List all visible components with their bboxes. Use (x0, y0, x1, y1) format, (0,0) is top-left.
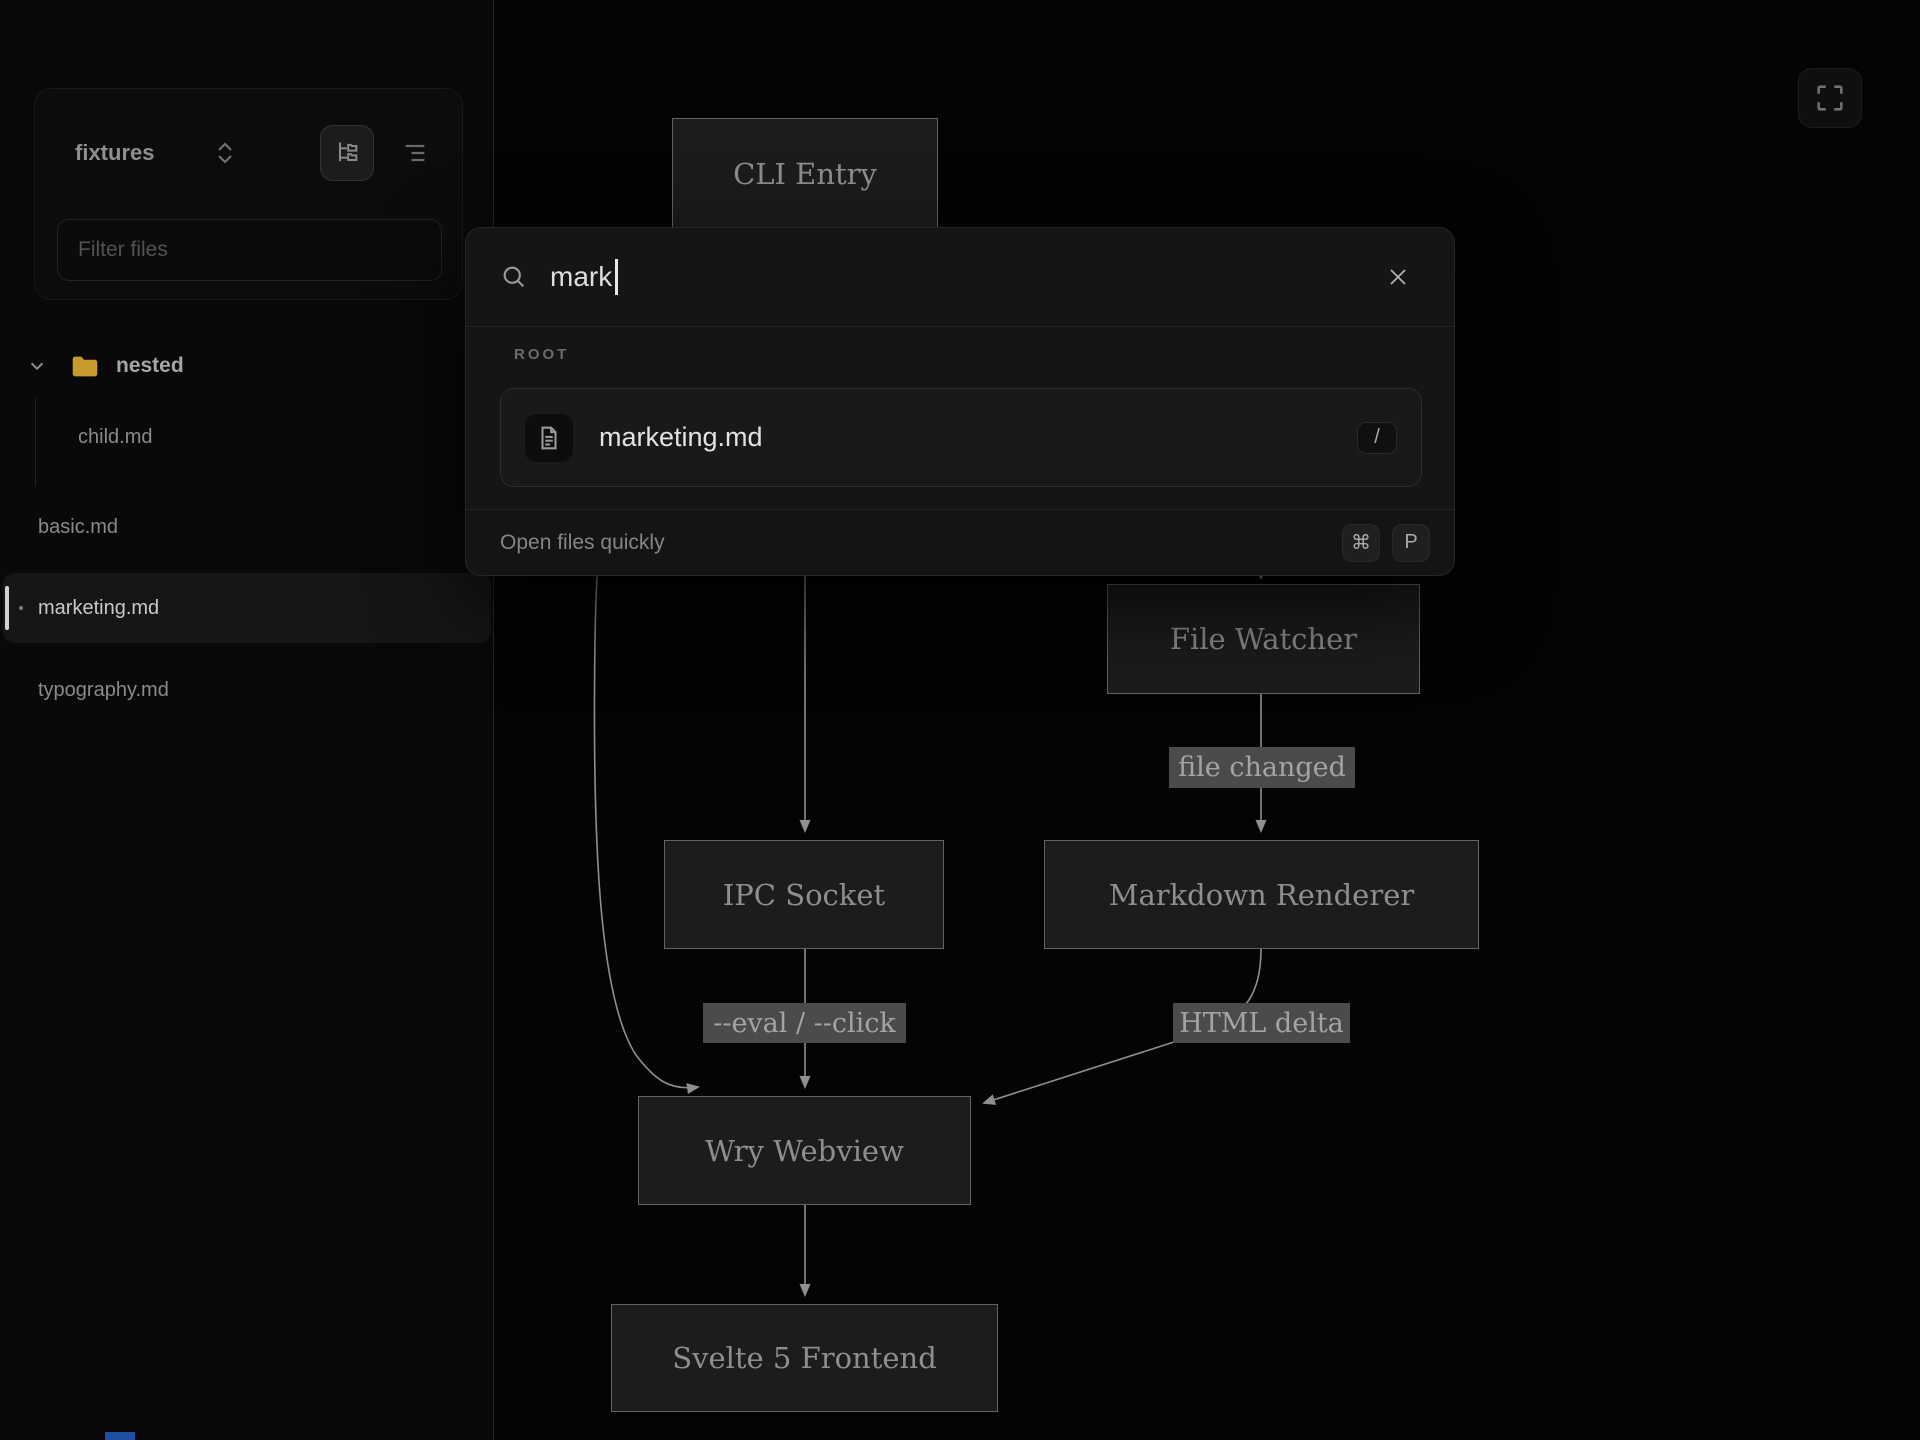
filter-files-input[interactable] (57, 219, 442, 281)
edge-label-html-delta: HTML delta (1173, 1003, 1350, 1043)
tree-view-toggle[interactable] (320, 125, 374, 181)
edge-label-file-changed: file changed (1169, 747, 1355, 788)
diagram-node-file-watcher: File Watcher (1107, 584, 1420, 694)
workspace-card: fixtures (34, 88, 463, 300)
text-caret (615, 259, 618, 295)
dock-fragment (105, 1432, 135, 1440)
view-toggle-group (320, 125, 442, 181)
section-label: ROOT (514, 346, 569, 363)
chevron-down-icon (26, 355, 48, 377)
quick-open-footer: Open files quickly ⌘ P (466, 509, 1454, 575)
diagram-node-wry-webview: Wry Webview (638, 1096, 971, 1205)
workspace-name: fixtures (75, 140, 154, 166)
quick-open-header: mark (466, 228, 1454, 327)
tree-item-nested-folder[interactable]: nested (26, 346, 184, 386)
tree-item-typography-md[interactable]: typography.md (38, 675, 169, 705)
fullscreen-icon (1813, 81, 1847, 115)
diagram-node-svelte-frontend: Svelte 5 Frontend (611, 1304, 998, 1412)
quick-open-result-row[interactable]: marketing.md / (500, 388, 1422, 487)
tree-indent-guide (35, 398, 36, 486)
footer-hint: Open files quickly (500, 531, 665, 555)
tree-item-marketing-md[interactable]: marketing.md (3, 573, 491, 643)
quick-open-modal: mark ROOT marketing.md / Open files quic… (465, 227, 1455, 576)
workspace-switcher[interactable]: fixtures (57, 123, 442, 183)
list-icon (401, 139, 429, 167)
slash-key-badge: / (1357, 422, 1397, 454)
folder-tree-icon (333, 139, 361, 167)
tree-item-label: nested (116, 354, 184, 378)
close-icon (1386, 265, 1410, 289)
search-input[interactable]: mark (550, 261, 612, 293)
diagram-node-cli-entry: CLI Entry (672, 118, 938, 230)
fullscreen-button[interactable] (1798, 68, 1862, 128)
tree-item-label: child.md (78, 426, 152, 449)
result-file-name: marketing.md (599, 422, 763, 453)
command-key: ⌘ (1342, 524, 1380, 562)
folder-icon (70, 353, 100, 380)
tree-item-label: basic.md (38, 516, 118, 539)
diagram-node-markdown-renderer: Markdown Renderer (1044, 840, 1479, 949)
file-text-icon (536, 425, 562, 451)
outline-view-toggle[interactable] (388, 125, 442, 181)
tree-item-label: typography.md (38, 679, 169, 702)
close-button[interactable] (1376, 255, 1420, 299)
search-icon (500, 263, 528, 291)
p-key: P (1392, 524, 1430, 562)
modified-dot (19, 606, 23, 610)
tree-item-label: marketing.md (38, 597, 159, 620)
edge-label-eval-click: --eval / --click (703, 1003, 906, 1043)
tree-item-child-md[interactable]: child.md (78, 422, 152, 452)
tree-item-basic-md[interactable]: basic.md (38, 512, 118, 542)
diagram-node-ipc-socket: IPC Socket (664, 840, 944, 949)
app-window: CLI Entry File Watcher IPC Socket Markdo… (0, 0, 1920, 1440)
shortcut-keys: ⌘ P (1342, 524, 1430, 562)
chevron-up-down-icon (214, 140, 236, 166)
sidebar: fixtures (0, 0, 494, 1440)
file-icon-box (525, 414, 573, 462)
selected-accent-bar (5, 586, 9, 630)
